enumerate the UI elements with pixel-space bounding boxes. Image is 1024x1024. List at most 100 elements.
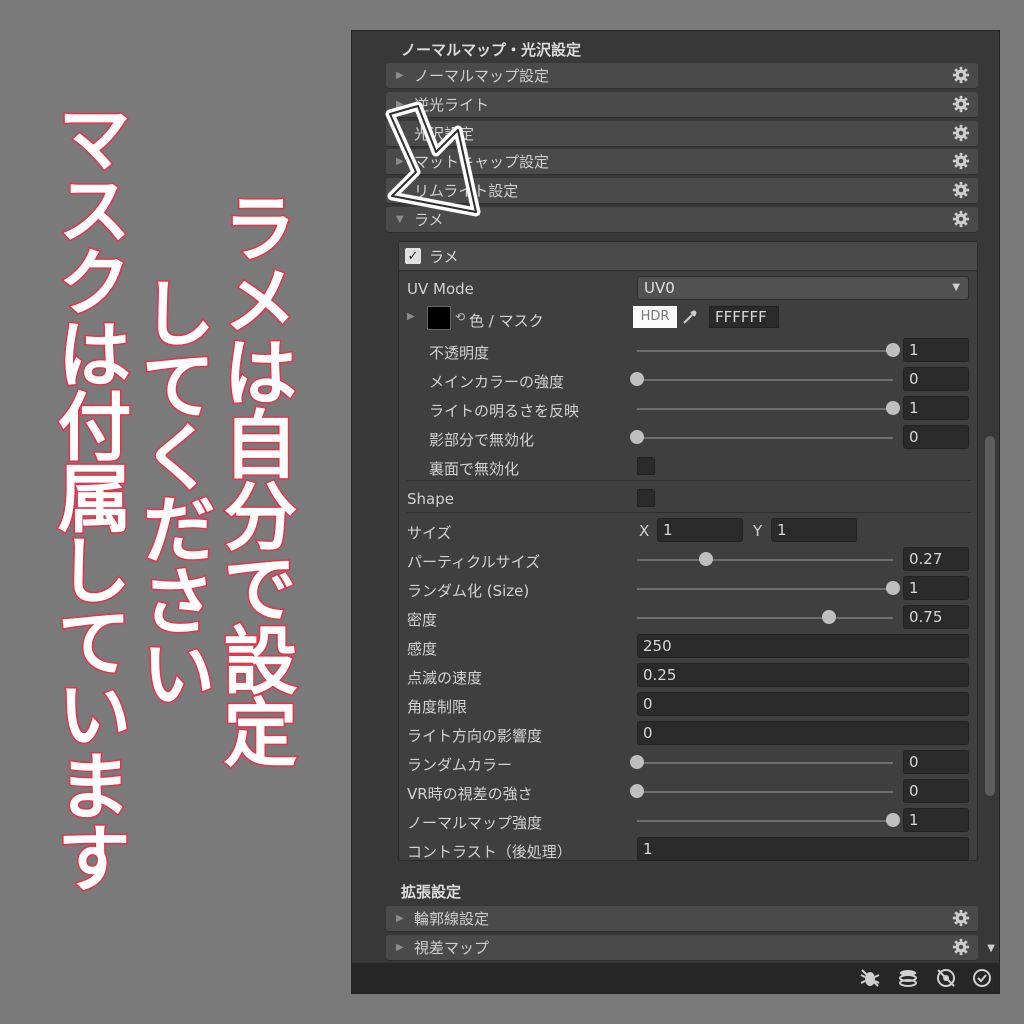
check-circle-icon[interactable] xyxy=(970,967,994,989)
shadow-field[interactable]: 0 xyxy=(903,425,969,449)
gear-icon[interactable] xyxy=(952,181,970,199)
fold-label: ノーマルマップ設定 xyxy=(414,67,550,85)
fold-parallax[interactable]: ▶ 視差マップ xyxy=(386,935,978,961)
fold-normal-map[interactable]: ▶ ノーマルマップ設定 xyxy=(386,63,978,89)
shape-toggle[interactable] xyxy=(637,489,655,507)
row-shape: Shape xyxy=(407,486,971,512)
randomcolor-slider[interactable] xyxy=(637,762,893,764)
random-size-slider-knob[interactable] xyxy=(886,581,900,595)
divider xyxy=(407,480,971,481)
row-density: 密度 0.75 xyxy=(407,605,971,631)
row-uv-mode: UV Mode UV0 ▼ xyxy=(407,276,971,302)
glitter-enable-row[interactable]: ✓ ラメ xyxy=(399,242,977,271)
texture-slot[interactable] xyxy=(427,306,451,330)
overlay-caption-right: ラメは自分で設定 xyxy=(210,189,299,768)
opacity-slider[interactable] xyxy=(637,350,893,352)
maincolor-label: メインカラーの強度 xyxy=(429,373,565,391)
random-size-field[interactable]: 1 xyxy=(903,576,969,600)
row-angle: 角度制限 0 xyxy=(407,692,971,718)
density-slider[interactable] xyxy=(637,617,893,619)
row-sensitivity: 感度 250 xyxy=(407,634,971,660)
status-bar xyxy=(352,963,999,993)
maincolor-slider-knob[interactable] xyxy=(630,372,644,386)
dropdown-arrow-icon: ▼ xyxy=(952,282,960,293)
lightdir-field[interactable]: 0 xyxy=(637,721,969,745)
color-mask-label: 色 / マスク xyxy=(469,312,544,330)
shape-label: Shape xyxy=(407,490,454,508)
vr-field[interactable]: 0 xyxy=(903,779,969,803)
size-x-label: X xyxy=(639,522,650,540)
density-field[interactable]: 0.75 xyxy=(903,605,969,629)
overlay-caption-left: マスクは付属しています xyxy=(44,99,133,894)
uv-mode-dropdown[interactable]: UV0 ▼ xyxy=(637,276,969,300)
particle-slider-knob[interactable] xyxy=(699,552,714,566)
section-title-normal-gloss: ノーマルマップ・光沢設定 xyxy=(401,41,582,59)
blink-field[interactable]: 0.25 xyxy=(637,663,969,687)
gear-icon[interactable] xyxy=(952,938,970,956)
arrow-down-right-icon xyxy=(385,101,481,217)
randomcolor-slider-knob[interactable] xyxy=(630,755,644,769)
normal-slider[interactable] xyxy=(637,820,893,822)
maincolor-field[interactable]: 0 xyxy=(903,367,969,391)
shadow-slider-knob[interactable] xyxy=(630,430,644,444)
random-size-slider[interactable] xyxy=(637,588,893,590)
row-backface: 裏面で無効化 xyxy=(407,454,971,480)
row-maincolor: メインカラーの強度 0 xyxy=(407,367,971,393)
gear-icon[interactable] xyxy=(952,210,970,228)
triangle-right-icon[interactable]: ▶ xyxy=(407,311,415,322)
size-x-field[interactable]: 1 xyxy=(657,518,743,542)
angle-field[interactable]: 0 xyxy=(637,692,969,716)
layers-icon[interactable] xyxy=(896,967,920,989)
row-size: サイズ X 1 Y 1 xyxy=(407,518,971,544)
bug-icon[interactable] xyxy=(858,967,882,989)
opacity-slider-knob[interactable] xyxy=(886,343,900,357)
vr-slider-knob[interactable] xyxy=(630,784,644,798)
gear-icon[interactable] xyxy=(952,909,970,927)
normal-field[interactable]: 1 xyxy=(903,808,969,832)
shadow-label: 影部分で無効化 xyxy=(429,431,535,449)
contrast-field[interactable]: 1 xyxy=(637,837,969,861)
fold-outline[interactable]: ▶ 輪郭線設定 xyxy=(386,906,978,932)
normal-label: ノーマルマップ強度 xyxy=(407,814,543,832)
scroll-down-arrow-icon[interactable]: ▼ xyxy=(987,943,995,954)
lightbright-slider[interactable] xyxy=(637,408,893,410)
randomcolor-field[interactable]: 0 xyxy=(903,750,969,774)
size-y-field[interactable]: 1 xyxy=(771,518,857,542)
backface-toggle[interactable] xyxy=(637,457,655,475)
row-random-size: ランダム化 (Size) 1 xyxy=(407,576,971,602)
lightbright-slider-knob[interactable] xyxy=(886,401,900,415)
fold-label: 輪郭線設定 xyxy=(414,910,490,928)
eyedropper-icon[interactable] xyxy=(681,308,699,326)
size-label: サイズ xyxy=(407,524,452,542)
blink-label: 点滅の速度 xyxy=(407,669,483,687)
normal-slider-knob[interactable] xyxy=(886,813,900,827)
row-normal: ノーマルマップ強度 1 xyxy=(407,808,971,834)
density-slider-knob[interactable] xyxy=(822,610,836,624)
visibility-off-icon[interactable] xyxy=(934,967,958,989)
section-title-extended: 拡張設定 xyxy=(401,883,462,901)
uv-mode-value: UV0 xyxy=(644,279,675,297)
gear-icon[interactable] xyxy=(952,95,970,113)
opacity-field[interactable]: 1 xyxy=(903,338,969,362)
gear-icon[interactable] xyxy=(952,152,970,170)
row-vr: VR時の視差の強さ 0 xyxy=(407,779,971,805)
scrollbar-thumb[interactable] xyxy=(985,436,995,796)
hex-color-field[interactable]: FFFFFF xyxy=(709,306,779,328)
hdr-color-swatch[interactable]: HDR xyxy=(633,306,677,328)
vr-label: VR時の視差の強さ xyxy=(407,785,533,803)
random-size-label: ランダム化 (Size) xyxy=(407,582,530,600)
checkbox-checked-icon[interactable]: ✓ xyxy=(405,248,421,264)
maincolor-slider[interactable] xyxy=(637,379,893,381)
vr-slider[interactable] xyxy=(637,791,893,793)
particle-field[interactable]: 0.27 xyxy=(903,547,969,571)
triangle-right-icon: ▶ xyxy=(396,942,404,953)
particle-slider[interactable] xyxy=(637,559,893,561)
uv-mode-label: UV Mode xyxy=(407,280,474,298)
row-shadow: 影部分で無効化 0 xyxy=(407,425,971,451)
gear-icon[interactable] xyxy=(952,66,970,84)
gear-icon[interactable] xyxy=(952,124,970,142)
lightbright-field[interactable]: 1 xyxy=(903,396,969,420)
shadow-slider[interactable] xyxy=(637,437,893,439)
sensitivity-field[interactable]: 250 xyxy=(637,634,969,658)
glitter-enable-label: ラメ xyxy=(429,247,459,266)
